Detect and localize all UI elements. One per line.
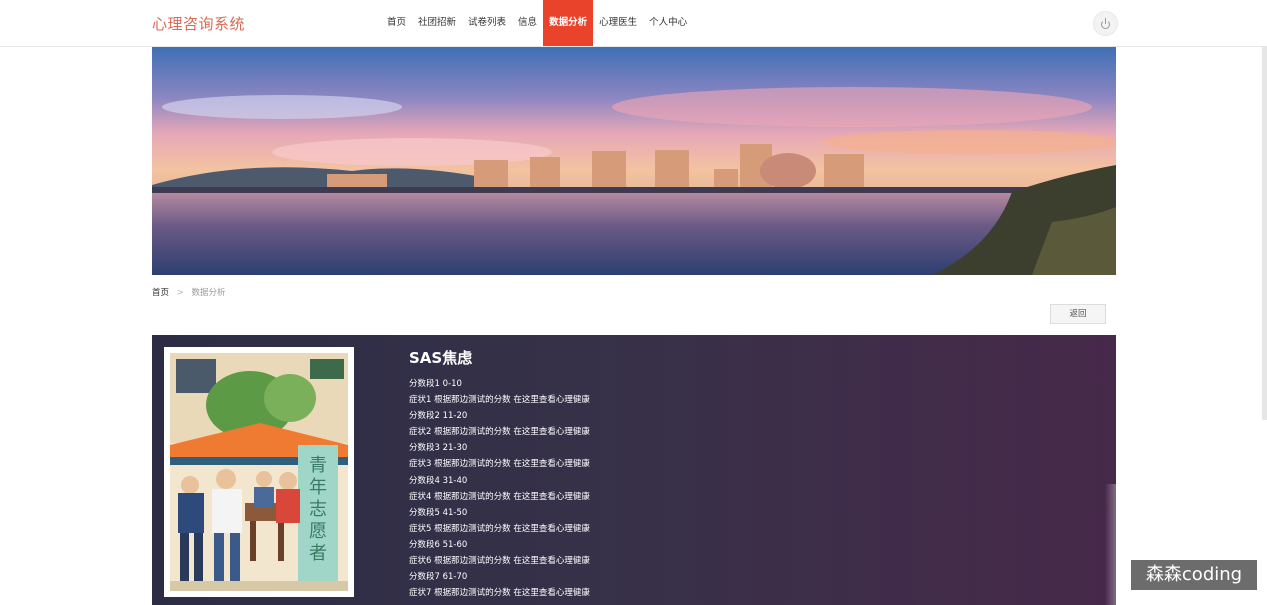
- score-range-line: 分数段7 61-70: [409, 572, 468, 583]
- menu-item-data-analysis[interactable]: 数据分析: [543, 0, 594, 46]
- symptom-line: 症状1 根据那边测试的分数 在这里查看心理健康: [409, 395, 590, 406]
- power-icon[interactable]: [1093, 11, 1118, 36]
- score-range-line: 分数段3 21-30: [409, 443, 468, 454]
- illustration-image: 青年志愿者: [164, 347, 354, 597]
- score-range-line: 分数段1 0-10: [409, 379, 462, 389]
- menu-item-paper-list[interactable]: 试卷列表: [462, 0, 512, 46]
- symptom-line: 症状5 根据那边测试的分数 在这里查看心理健康: [409, 523, 590, 534]
- menu-item-home[interactable]: 首页: [381, 0, 412, 46]
- breadcrumb-separator: >: [176, 288, 184, 298]
- top-navbar: 心理咨询系统 首页 社团招新 试卷列表 信息 数据分析 心理医生 个人中心: [0, 0, 1267, 47]
- main-menu: 首页 社团招新 试卷列表 信息 数据分析 心理医生 个人中心: [381, 0, 693, 46]
- symptom-line: 症状7 根据那边测试的分数 在这里查看心理健康: [409, 588, 590, 599]
- score-range-line: 分数段5 41-50: [409, 507, 468, 518]
- menu-item-club-recruit[interactable]: 社团招新: [412, 0, 462, 46]
- watermark-label: 森森coding: [1131, 560, 1257, 590]
- site-brand[interactable]: 心理咨询系统: [152, 13, 245, 34]
- scrollbar[interactable]: [1262, 46, 1267, 420]
- symptom-line: 症状3 根据那边测试的分数 在这里查看心理健康: [409, 459, 590, 470]
- symptom-line: 症状6 根据那边测试的分数 在这里查看心理健康: [409, 556, 590, 567]
- score-range-line: 分数段4 31-40: [409, 475, 468, 486]
- content-card: 青年志愿者 SAS焦虑 分数段1 0-10 症状1 根据那边测试的分数 在这里查…: [152, 335, 1116, 605]
- breadcrumb-current: 数据分析: [191, 288, 226, 298]
- score-range-line: 分数段6 51-60: [409, 539, 468, 550]
- back-button[interactable]: 返回: [1050, 304, 1106, 324]
- symptom-line: 症状2 根据那边测试的分数 在这里查看心理健康: [409, 427, 590, 438]
- breadcrumb: 首页 > 数据分析: [152, 286, 226, 298]
- menu-item-doctor[interactable]: 心理医生: [593, 0, 643, 46]
- article-title: SAS焦虑: [409, 349, 473, 367]
- banner-image: [152, 47, 1116, 275]
- article-content: SAS焦虑 分数段1 0-10 症状1 根据那边测试的分数 在这里查看心理健康 …: [409, 347, 590, 601]
- breadcrumb-home[interactable]: 首页: [152, 288, 169, 298]
- illustration-text: 青年志愿者: [309, 455, 327, 564]
- menu-item-personal-center[interactable]: 个人中心: [643, 0, 693, 46]
- score-range-line: 分数段2 11-20: [409, 411, 468, 422]
- menu-item-info[interactable]: 信息: [512, 0, 543, 46]
- symptom-line: 症状4 根据那边测试的分数 在这里查看心理健康: [409, 491, 590, 502]
